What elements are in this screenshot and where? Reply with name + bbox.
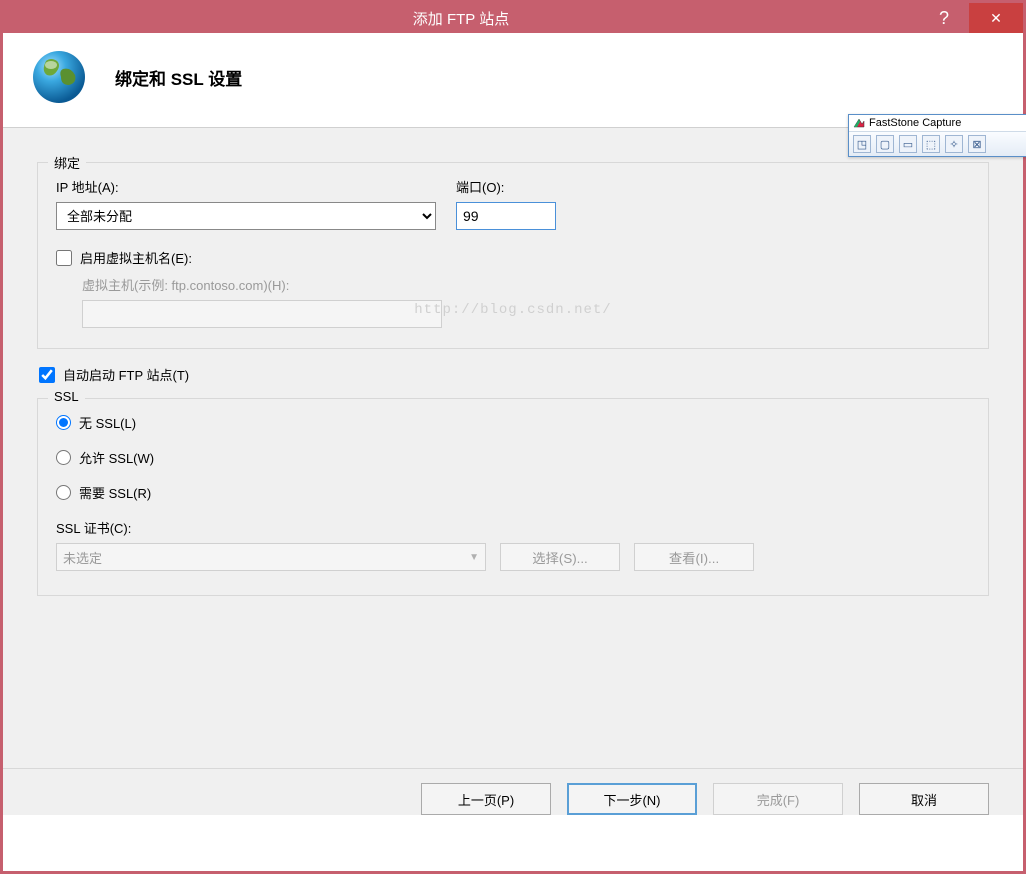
next-button[interactable]: 下一步(N) (567, 783, 697, 815)
ssl-cert-label: SSL 证书(C): (56, 518, 970, 537)
ip-label: IP 地址(A): (56, 177, 436, 196)
faststone-tools: ◳ ▢ ▭ ⬚ ✧ ⊠ (849, 132, 1026, 156)
ssl-require-label: 需要 SSL(R) (79, 483, 151, 502)
ip-address-select[interactable]: 全部未分配 (56, 202, 436, 230)
vhost-placeholder-label: 虚拟主机(示例: ftp.contoso.com)(H): (82, 275, 970, 294)
ssl-allow-radio[interactable] (56, 450, 71, 465)
enable-vhost-label: 启用虚拟主机名(E): (80, 248, 192, 267)
close-button[interactable]: ✕ (969, 3, 1023, 33)
wizard-buttons: 上一页(P) 下一步(N) 完成(F) 取消 (3, 768, 1023, 815)
ssl-cert-select: 未选定 ▼ (56, 543, 486, 571)
ssl-none-label: 无 SSL(L) (79, 413, 136, 432)
finish-button: 完成(F) (713, 783, 843, 815)
watermark-text: http://blog.csdn.net/ (414, 302, 611, 318)
page-title: 绑定和 SSL 设置 (115, 65, 242, 90)
window-title: 添加 FTP 站点 (3, 8, 919, 29)
help-button[interactable]: ? (919, 8, 969, 29)
ssl-legend: SSL (48, 389, 85, 404)
port-input[interactable] (456, 202, 556, 230)
faststone-logo-icon (853, 117, 865, 129)
faststone-toolbar[interactable]: FastStone Capture ◳ ▢ ▭ ⬚ ✧ ⊠ (848, 114, 1026, 157)
capture-window-icon[interactable]: ▢ (876, 135, 894, 153)
capture-fullscreen-icon[interactable]: ✧ (945, 135, 963, 153)
ssl-require-radio[interactable] (56, 485, 71, 500)
cancel-button[interactable]: 取消 (859, 783, 989, 815)
select-cert-button: 选择(S)... (500, 543, 620, 571)
capture-freehand-icon[interactable]: ⬚ (922, 135, 940, 153)
autostart-checkbox[interactable] (39, 367, 55, 383)
globe-icon (31, 49, 87, 105)
vhost-input (82, 300, 442, 328)
content-area: 绑定 IP 地址(A): 全部未分配 端口(O): 启用虚拟主机名(E): 虚拟… (3, 128, 1023, 768)
chevron-down-icon: ▼ (469, 552, 479, 563)
binding-group: 绑定 IP 地址(A): 全部未分配 端口(O): 启用虚拟主机名(E): 虚拟… (37, 162, 989, 349)
ssl-allow-label: 允许 SSL(W) (79, 448, 154, 467)
ssl-group: SSL 无 SSL(L) 允许 SSL(W) 需要 SSL(R) SSL 证书(… (37, 398, 989, 596)
view-cert-button: 查看(I)... (634, 543, 754, 571)
port-label: 端口(O): (456, 177, 556, 196)
enable-vhost-checkbox[interactable] (56, 250, 72, 266)
autostart-label: 自动启动 FTP 站点(T) (63, 365, 189, 384)
ssl-none-radio[interactable] (56, 415, 71, 430)
prev-button[interactable]: 上一页(P) (421, 783, 551, 815)
capture-scroll-icon[interactable]: ⊠ (968, 135, 986, 153)
capture-active-window-icon[interactable]: ◳ (853, 135, 871, 153)
close-icon: ✕ (990, 10, 1002, 27)
binding-legend: 绑定 (48, 153, 86, 172)
capture-rectangle-icon[interactable]: ▭ (899, 135, 917, 153)
faststone-title: FastStone Capture (869, 117, 961, 129)
faststone-titlebar[interactable]: FastStone Capture (849, 115, 1026, 132)
titlebar: 添加 FTP 站点 ? ✕ (3, 3, 1023, 33)
